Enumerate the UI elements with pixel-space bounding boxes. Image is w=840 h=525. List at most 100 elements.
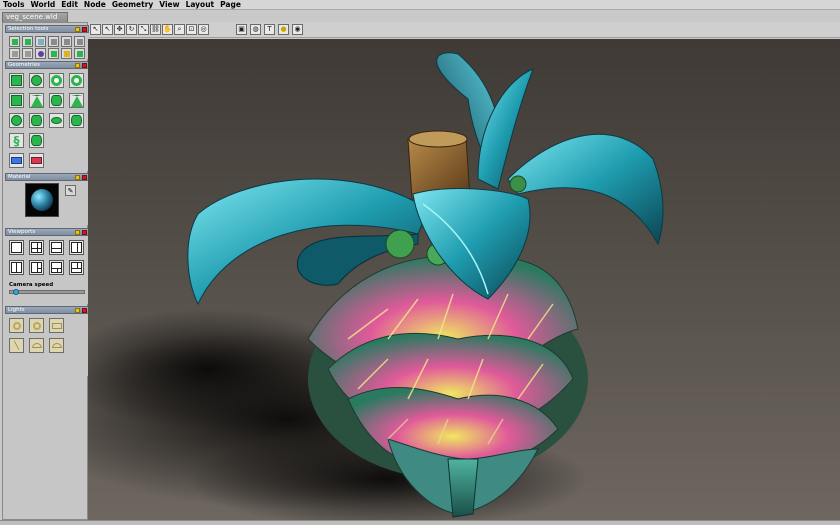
globe-icon[interactable]: ◍ [250, 24, 261, 35]
geometries-panel: Geometries § [5, 61, 89, 171]
dome-light-icon[interactable] [49, 338, 64, 353]
capsule-geometry-button[interactable] [9, 113, 24, 128]
lights-panel: Lights ╲ [5, 306, 89, 376]
close-icon[interactable] [82, 63, 87, 68]
layout-left-main-icon[interactable] [9, 260, 24, 275]
select-meshes-icon[interactable] [74, 48, 85, 59]
menu-geometry[interactable]: Geometry [112, 0, 153, 10]
menu-edit[interactable]: Edit [61, 0, 78, 10]
link-icon[interactable]: ⛓ [150, 24, 161, 35]
select-materials-icon[interactable] [35, 48, 46, 59]
select-lights-icon[interactable] [9, 48, 20, 59]
select-none-icon[interactable] [22, 36, 33, 47]
select-textures-icon[interactable] [48, 48, 59, 59]
main-toolbar: ↖ ↖ ✥ ↻ ⤡ ⛓ ✋ ⌕ ⊡ ◎ ▣ ◍ T ● ◉ [88, 22, 840, 38]
zoom-region-icon[interactable]: ⊡ [186, 24, 197, 35]
bent-plane-geometry-button[interactable] [29, 133, 44, 148]
menu-layout[interactable]: Layout [186, 0, 215, 10]
cone-geometry-button[interactable] [69, 93, 84, 108]
directional-light-icon[interactable]: ╲ [9, 338, 24, 353]
minimize-icon[interactable] [75, 230, 80, 235]
layout-single-icon[interactable] [9, 240, 24, 255]
rotate-icon[interactable]: ↻ [126, 24, 137, 35]
menu-world[interactable]: World [30, 0, 55, 10]
minimize-icon[interactable] [75, 63, 80, 68]
menu-page[interactable]: Page [220, 0, 241, 10]
bent-plane-icon [31, 135, 42, 146]
layout-vertical-icon[interactable] [69, 240, 84, 255]
layout-top-split-icon[interactable] [49, 260, 64, 275]
sphere-geometry-button[interactable] [29, 73, 44, 88]
move-icon[interactable]: ✥ [114, 24, 125, 35]
spot-light-icon[interactable] [29, 318, 44, 333]
close-icon[interactable] [82, 175, 87, 180]
panel-title: Geometries [8, 62, 40, 68]
layout-bottom-split-icon[interactable] [69, 260, 84, 275]
select-helpers-icon[interactable] [61, 48, 72, 59]
select-parent-icon[interactable] [61, 36, 72, 47]
tube-geometry-button[interactable] [29, 113, 44, 128]
menu-tools[interactable]: Tools [3, 0, 24, 10]
panel-header: Lights [5, 306, 89, 314]
layout-quad-icon[interactable] [29, 240, 44, 255]
orbit-icon[interactable]: ◎ [198, 24, 209, 35]
plane-geometry-button[interactable] [9, 153, 24, 168]
close-icon[interactable] [82, 27, 87, 32]
spring-icon: § [13, 133, 20, 148]
point-light-icon[interactable] [9, 318, 24, 333]
document-tab[interactable]: veg_scene.wld [2, 12, 68, 22]
box-geometry-button[interactable] [9, 73, 24, 88]
close-icon[interactable] [82, 308, 87, 313]
frame-icon[interactable]: ▣ [236, 24, 247, 35]
select-children-icon[interactable] [48, 36, 59, 47]
select-group-icon[interactable] [74, 36, 85, 47]
disc-geometry-button[interactable] [49, 73, 64, 88]
cylinder-geometry-button[interactable] [49, 93, 64, 108]
invert-selection-icon[interactable] [35, 36, 46, 47]
select-cameras-icon[interactable] [22, 48, 33, 59]
pyramid-geometry-button[interactable] [29, 93, 44, 108]
panel-header: Viewports [5, 228, 89, 236]
scale-icon[interactable]: ⤡ [138, 24, 149, 35]
torus-geometry-button[interactable] [69, 73, 84, 88]
viewport-render [88, 39, 840, 520]
hemisphere-geometry-button[interactable] [69, 113, 84, 128]
area-light-icon[interactable] [49, 318, 64, 333]
panel-title: Viewports [8, 229, 36, 235]
menu-node[interactable]: Node [84, 0, 106, 10]
camera-speed-label: Camera speed [9, 282, 54, 288]
application-window: Tools World Edit Node Geometry View Layo… [0, 0, 840, 525]
text-icon[interactable]: T [264, 24, 275, 35]
lightbulb-icon[interactable]: ● [278, 24, 289, 35]
select-all-icon[interactable] [9, 36, 20, 47]
minimize-icon[interactable] [75, 175, 80, 180]
menu-view[interactable]: View [159, 0, 179, 10]
panel-header: Geometries [5, 61, 89, 69]
3d-viewport[interactable] [88, 39, 840, 520]
sky-light-icon[interactable] [29, 338, 44, 353]
selection-tools-panel: Selection tools [5, 25, 89, 59]
cube-icon [11, 75, 22, 86]
box2-geometry-button[interactable] [9, 93, 24, 108]
material-preview[interactable] [25, 183, 59, 217]
magnifier-icon[interactable]: ⌕ [174, 24, 185, 35]
camera-speed-slider[interactable] [9, 289, 85, 295]
cone-icon [70, 94, 83, 107]
ellipsoid-geometry-button[interactable] [49, 113, 64, 128]
cursor-plus-icon[interactable]: ↖ [102, 24, 113, 35]
eyedropper-icon[interactable]: ✎ [65, 185, 76, 196]
ellipsoid-icon [51, 117, 62, 124]
hand-icon[interactable]: ✋ [162, 24, 173, 35]
layout-horizontal-icon[interactable] [49, 240, 64, 255]
cursor-icon[interactable]: ↖ [90, 24, 101, 35]
terrain-geometry-button[interactable] [29, 153, 44, 168]
close-icon[interactable] [82, 230, 87, 235]
target-icon[interactable]: ◉ [292, 24, 303, 35]
spring-geometry-button[interactable]: § [9, 133, 24, 148]
minimize-icon[interactable] [75, 308, 80, 313]
layout-three-split-icon[interactable] [29, 260, 44, 275]
minimize-icon[interactable] [75, 27, 80, 32]
box-icon [11, 95, 22, 106]
camera-speed-slider-handle[interactable] [13, 289, 20, 295]
material-sphere-icon [31, 189, 53, 211]
